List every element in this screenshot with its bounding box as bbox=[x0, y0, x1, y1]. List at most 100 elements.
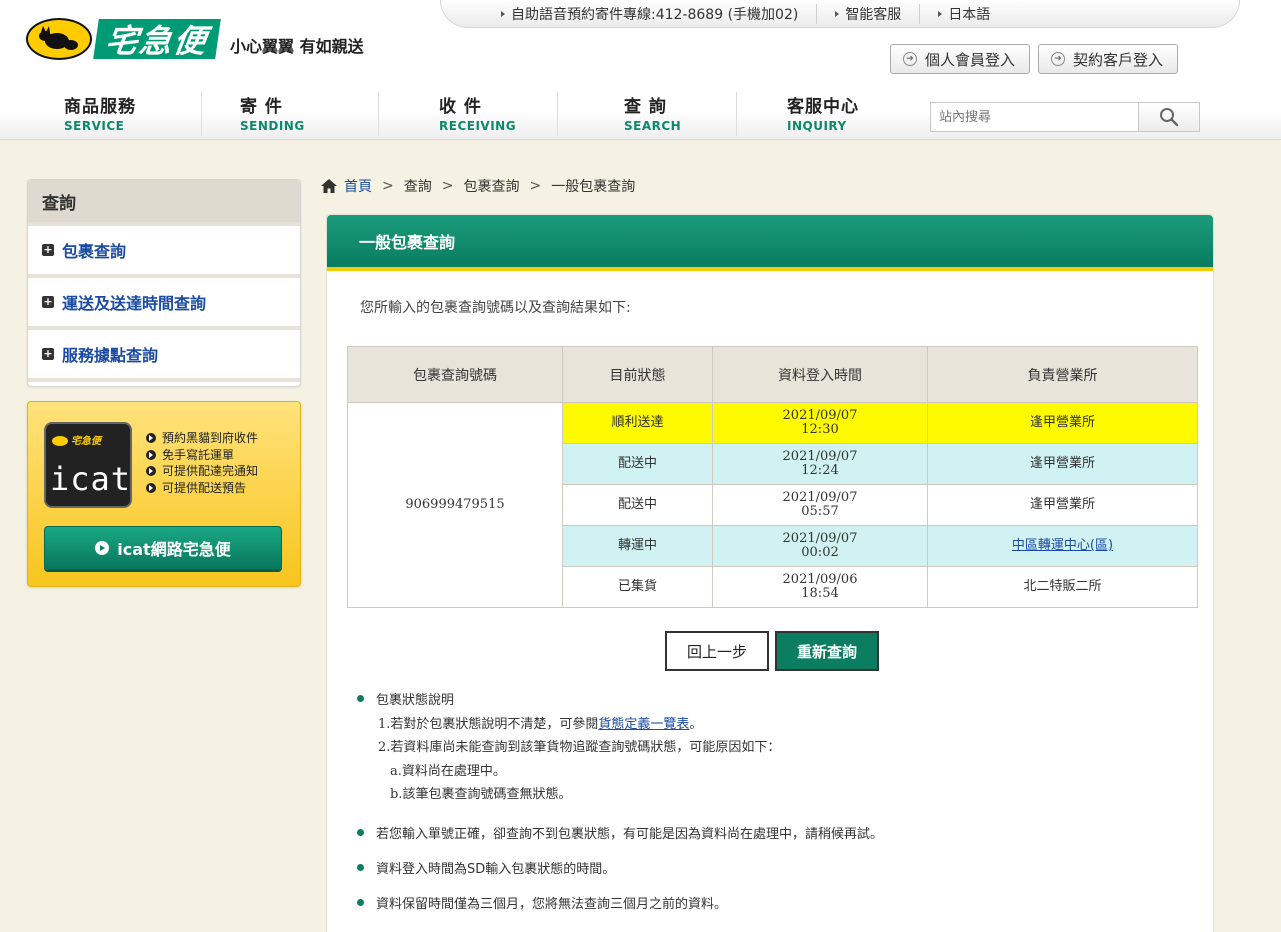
icat-feature-text: 可提供配送預告 bbox=[162, 480, 247, 495]
note-line: a.資料尚在處理中。 bbox=[390, 763, 506, 779]
main-panel: 一般包裹查詢 您所輸入的包裹查詢號碼以及查詢結果如下: 包裹查詢號碼 目前狀態 … bbox=[326, 214, 1214, 932]
nav-sending[interactable]: 寄 件 SENDING bbox=[202, 92, 379, 136]
transfer-center-link[interactable]: 中區轉運中心(區) bbox=[1012, 538, 1113, 553]
search-button[interactable] bbox=[1138, 102, 1200, 132]
back-button[interactable]: 回上一步 bbox=[665, 631, 769, 671]
tracking-number: 906999479515 bbox=[347, 402, 563, 608]
japanese-link[interactable]: 日本語 bbox=[919, 3, 990, 24]
note-text: 1.若對於包裹狀態說明不清楚，可參閱 bbox=[378, 716, 599, 732]
voice-booking-link[interactable]: 自助語音預約寄件專線:412-8689 (手機加02) bbox=[501, 4, 798, 24]
plus-icon: + bbox=[42, 295, 54, 308]
office-cell: 中區轉運中心(區) bbox=[927, 525, 1198, 567]
nav-service[interactable]: 商品服務 SERVICE bbox=[26, 92, 202, 136]
nav-receiving[interactable]: 收 件 RECEIVING bbox=[379, 92, 558, 136]
table-header-row: 包裹查詢號碼 目前狀態 資料登入時間 負責營業所 bbox=[347, 346, 1198, 403]
triangle-right-icon bbox=[938, 10, 943, 17]
note-line: 2.若資料庫尚未能查詢到該筆貨物追蹤查詢號碼狀態，可能原因如下： bbox=[378, 740, 781, 755]
notes-list: 包裹狀態說明 1.若對於包裹狀態說明不清楚，可參閱貨態定義一覽表。 2.若資料庫… bbox=[357, 689, 1197, 928]
note-line: b.該筆包裹查詢號碼查無狀態。 bbox=[390, 787, 572, 802]
sidebar-item-label: 包裹查詢 bbox=[62, 242, 127, 261]
triangle-right-icon bbox=[835, 10, 840, 17]
note-line: 1.若對於包裹狀態說明不清楚，可參閱貨態定義一覽表。 bbox=[376, 713, 780, 737]
cat-silhouette-icon bbox=[39, 26, 78, 50]
site-search-input[interactable] bbox=[930, 102, 1138, 132]
result-intro: 您所輸入的包裹查詢號碼以及查詢結果如下: bbox=[360, 300, 631, 316]
action-buttons: 回上一步 重新查詢 bbox=[665, 631, 879, 671]
time-cell: 2021/09/07 05:57 bbox=[712, 484, 928, 526]
office-cell: 逢甲營業所 bbox=[927, 484, 1198, 526]
tracking-result-table: 包裹查詢號碼 目前狀態 資料登入時間 負責營業所 906999479515 順利… bbox=[347, 346, 1198, 608]
personal-login-button[interactable]: ➔ 個人會員登入 bbox=[890, 44, 1031, 74]
breadcrumb-home[interactable]: 首頁 bbox=[344, 176, 372, 196]
sidebar-item-label: 服務據點查詢 bbox=[62, 346, 159, 365]
note-text: 若您輸入單號正確，卻查詢不到包裹狀態，有可能是因為資料尚在處理中，請稍候再試。 bbox=[376, 826, 884, 842]
bullet-icon bbox=[357, 828, 364, 836]
office-cell: 逢甲營業所 bbox=[927, 443, 1198, 485]
play-circle-icon bbox=[146, 449, 156, 460]
requery-button[interactable]: 重新查詢 bbox=[775, 631, 879, 671]
smart-service-link[interactable]: 智能客服 bbox=[816, 3, 902, 24]
time-text: 05:57 bbox=[801, 504, 839, 519]
icat-feature-list: 預約黑貓到府收件 免手寫託運單 可提供配達完通知 可提供配送預告 bbox=[146, 430, 258, 496]
list-item: 包裹狀態說明 1.若對於包裹狀態說明不清楚，可參閱貨態定義一覽表。 2.若資料庫… bbox=[357, 689, 1197, 807]
status-cell: 配送中 bbox=[562, 443, 713, 485]
icat-mini-logo-text: 宅急便 bbox=[71, 436, 101, 447]
time-cell: 2021/09/07 00:02 bbox=[712, 525, 928, 567]
play-circle-icon bbox=[95, 541, 110, 555]
column-header: 資料登入時間 bbox=[712, 346, 928, 403]
nav-sublabel: RECEIVING bbox=[439, 119, 517, 133]
sidebar-item-delivery-time[interactable]: + 運送及送達時間查詢 bbox=[28, 274, 300, 326]
site-logo[interactable]: 宅急便 小心翼翼 有如親送 bbox=[26, 18, 364, 60]
time-cell: 2021/09/06 18:54 bbox=[712, 566, 928, 608]
nav-label: 查 詢 bbox=[624, 97, 667, 117]
time-text: 12:24 bbox=[801, 463, 839, 478]
date-text: 2021/09/07 bbox=[782, 449, 858, 464]
main-nav: 商品服務 SERVICE 寄 件 SENDING 收 件 RECEIVING 查 詢 S… bbox=[26, 92, 907, 136]
play-circle-icon bbox=[146, 433, 156, 444]
table-row: 906999479515 順利送達 2021/09/07 12:30 逢甲營業所 bbox=[347, 402, 1198, 608]
breadcrumb-parcel-query[interactable]: 包裹查詢 bbox=[463, 176, 519, 196]
smart-service-label: 智能客服 bbox=[845, 6, 902, 23]
icat-promo: 宅急便 icat 預約黑貓到府收件 免手寫託運單 可提供配達完通知 可提供配送預… bbox=[27, 401, 301, 587]
icat-feature: 可提供配達完通知 bbox=[146, 463, 258, 480]
icat-feature: 免手寫託運單 bbox=[146, 447, 258, 464]
contract-login-button[interactable]: ➔ 契約客戶登入 bbox=[1038, 44, 1179, 74]
nav-label: 商品服務 bbox=[64, 97, 136, 117]
icat-online-button[interactable]: icat網路宅急便 bbox=[44, 526, 282, 570]
time-text: 12:30 bbox=[801, 422, 839, 437]
icat-button-label: icat網路宅急便 bbox=[117, 540, 231, 559]
office-cell: 北二特販二所 bbox=[927, 566, 1198, 608]
note-text: 。 bbox=[689, 716, 703, 732]
sidebar-item-parcel-query[interactable]: + 包裹查詢 bbox=[28, 222, 300, 274]
date-text: 2021/09/06 bbox=[782, 572, 858, 587]
breadcrumb-query[interactable]: 查詢 bbox=[404, 176, 432, 196]
sidebar-item-service-points[interactable]: + 服務據點查詢 bbox=[28, 326, 300, 378]
login-buttons: ➔ 個人會員登入 ➔ 契約客戶登入 bbox=[890, 44, 1179, 74]
icat-feature: 預約黑貓到府收件 bbox=[146, 430, 258, 447]
black-cat-logo-icon bbox=[26, 18, 92, 60]
status-definition-link[interactable]: 貨態定義一覽表 bbox=[598, 717, 689, 732]
nav-label: 寄 件 bbox=[240, 97, 283, 117]
contract-login-label: 契約客戶登入 bbox=[1073, 50, 1164, 69]
status-cell: 配送中 bbox=[562, 484, 713, 526]
note-text: 資料登入時間為SD輸入包裹狀態的時間。 bbox=[376, 861, 616, 877]
status-explanation: 包裹狀態說明 1.若對於包裹狀態說明不清楚，可參閱貨態定義一覽表。 2.若資料庫… bbox=[376, 689, 780, 807]
column-header: 包裹查詢號碼 bbox=[347, 346, 563, 403]
breadcrumb-current: 一般包裹查詢 bbox=[551, 179, 636, 195]
status-cell: 已集貨 bbox=[562, 566, 713, 608]
sidebar-title: 查詢 bbox=[28, 180, 300, 222]
site-header: 自助語音預約寄件專線:412-8689 (手機加02) 智能客服 日本語 宅急便… bbox=[0, 0, 1281, 140]
panel-title: 一般包裹查詢 bbox=[327, 215, 1213, 271]
plus-icon: + bbox=[42, 347, 54, 360]
list-item: 資料保留時間僅為三個月，您將無法查詢三個月之前的資料。 bbox=[357, 893, 1197, 912]
date-text: 2021/09/07 bbox=[782, 408, 858, 423]
breadcrumb: 首頁 > 查詢 > 包裹查詢 > 一般包裹查詢 bbox=[320, 176, 635, 196]
nav-sublabel: INQUIRY bbox=[787, 119, 847, 133]
sidebar-menu: 查詢 + 包裹查詢 + 運送及送達時間查詢 + 服務據點查詢 bbox=[27, 179, 301, 387]
nav-sublabel: SENDING bbox=[240, 119, 305, 133]
list-item: 若您輸入單號正確，卻查詢不到包裹狀態，有可能是因為資料尚在處理中，請稍候再試。 bbox=[357, 823, 1197, 842]
nav-search[interactable]: 查 詢 SEARCH bbox=[558, 92, 737, 136]
bullet-icon bbox=[357, 695, 364, 702]
note-title: 包裹狀態說明 bbox=[376, 693, 455, 708]
nav-inquiry[interactable]: 客服中心 INQUIRY bbox=[737, 92, 907, 136]
